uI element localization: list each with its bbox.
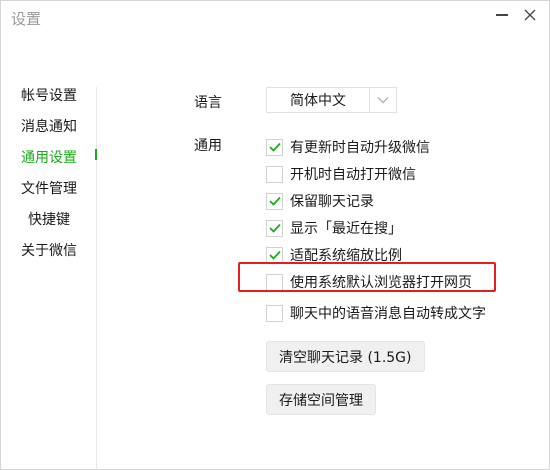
option-label: 保留聊天记录: [290, 194, 374, 210]
option-keep-chat-history[interactable]: 保留聊天记录: [266, 191, 374, 211]
sidebar-divider: [96, 87, 97, 470]
language-select[interactable]: 简体中文: [266, 87, 397, 113]
sidebar-item-notifications[interactable]: 消息通知: [21, 116, 77, 136]
option-voice-to-text[interactable]: 聊天中的语音消息自动转成文字: [266, 303, 486, 323]
checkbox[interactable]: [266, 165, 283, 183]
clear-chat-history-button[interactable]: 清空聊天记录 (1.5G): [266, 341, 425, 372]
checkbox[interactable]: [266, 192, 283, 210]
option-label: 聊天中的语音消息自动转成文字: [290, 306, 486, 322]
language-value: 简体中文: [290, 93, 346, 109]
option-auto-update[interactable]: 有更新时自动升级微信: [266, 137, 430, 157]
sidebar-item-files[interactable]: 文件管理: [21, 178, 77, 198]
sidebar-item-about[interactable]: 关于微信: [21, 240, 77, 260]
storage-management-button[interactable]: 存储空间管理: [266, 384, 376, 415]
checkbox[interactable]: [266, 246, 283, 264]
checkmark-icon: [268, 223, 281, 233]
highlight-annotation: [238, 262, 496, 292]
checkmark-icon: [268, 250, 281, 260]
close-button[interactable]: [517, 4, 543, 26]
option-label: 开机时自动打开微信: [290, 167, 416, 183]
window-title: 设置: [11, 10, 42, 28]
option-show-recent-searches[interactable]: 显示「最近在搜」: [266, 218, 402, 238]
minimize-icon: [496, 14, 508, 16]
close-icon: [524, 9, 536, 21]
option-launch-at-startup[interactable]: 开机时自动打开微信: [266, 164, 416, 184]
chevron-down-icon: [370, 88, 396, 112]
checkmark-icon: [268, 142, 281, 152]
sidebar-item-general[interactable]: 通用设置: [21, 147, 77, 167]
option-label: 显示「最近在搜」: [290, 221, 402, 237]
option-label: 有更新时自动升级微信: [290, 140, 430, 156]
sidebar-item-account[interactable]: 帐号设置: [21, 85, 77, 105]
checkbox[interactable]: [266, 219, 283, 237]
language-label: 语言: [194, 95, 222, 111]
settings-window: 设置 帐号设置 消息通知 通用设置 文件管理 快捷键 关于微信 语言 简体中文 …: [0, 0, 550, 470]
active-indicator: [95, 149, 97, 160]
minimize-button[interactable]: [489, 4, 515, 26]
checkbox[interactable]: [266, 304, 283, 322]
sidebar-item-shortcuts[interactable]: 快捷键: [28, 209, 70, 229]
checkbox[interactable]: [266, 138, 283, 156]
checkmark-icon: [268, 196, 281, 206]
general-label: 通用: [194, 138, 222, 154]
